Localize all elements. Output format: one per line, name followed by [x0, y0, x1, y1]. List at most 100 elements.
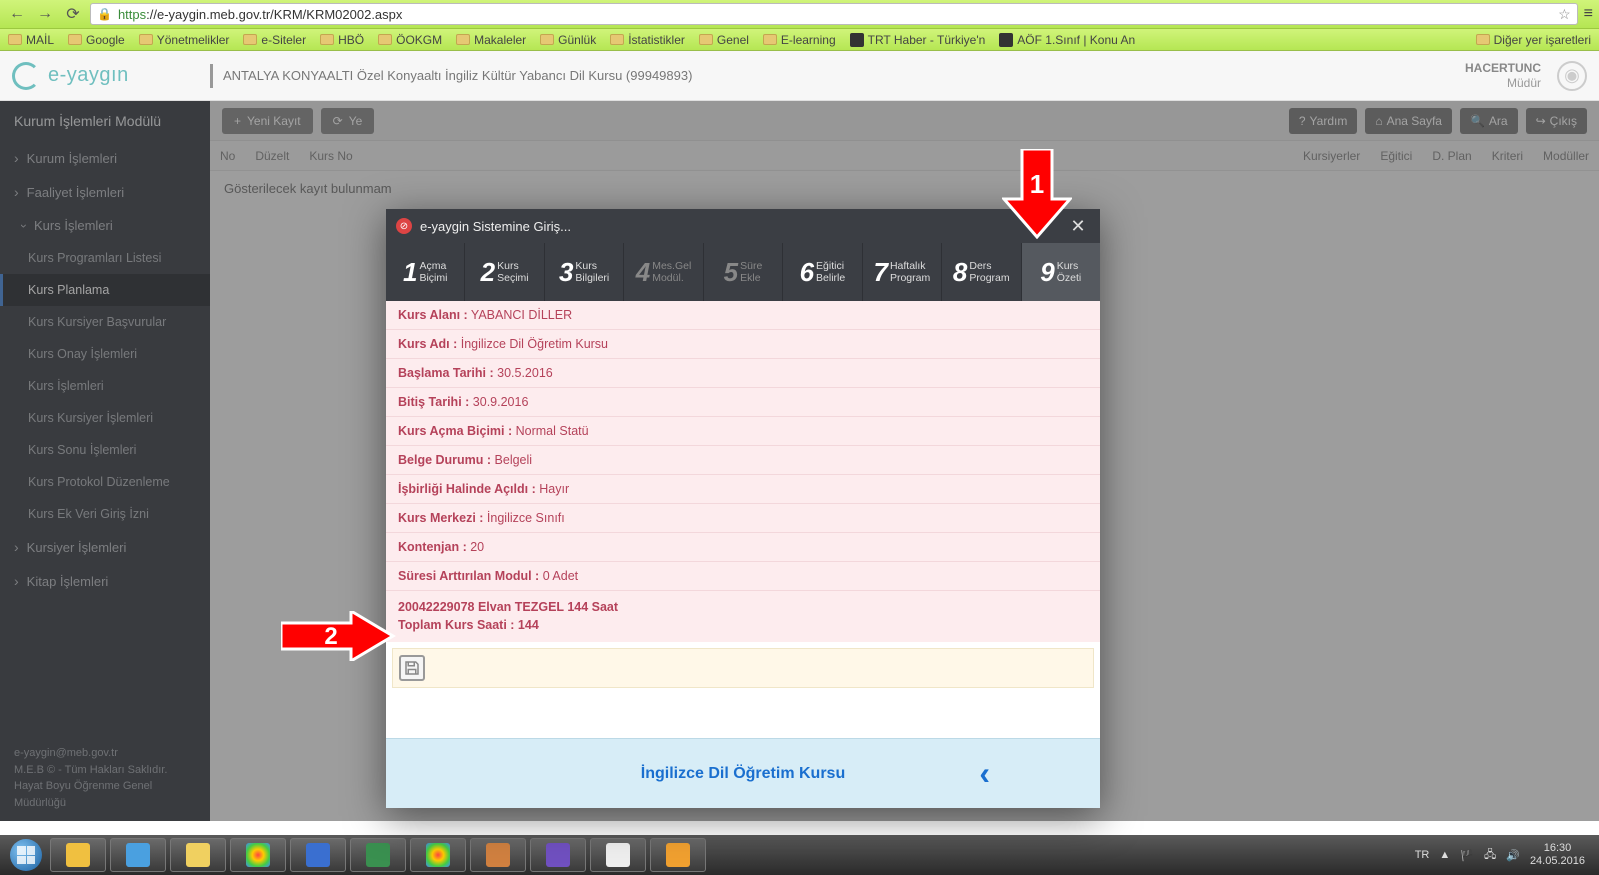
bookmark-item[interactable]: TRT Haber - Türkiye'n	[850, 33, 986, 47]
wizard-step[interactable]: 6EğiticiBelirle	[783, 243, 862, 301]
folder-icon	[699, 34, 713, 45]
user-name: HACERTUNC	[1465, 61, 1541, 75]
taskbar-item[interactable]	[110, 838, 166, 872]
wizard-step[interactable]: 5SüreEkle	[704, 243, 783, 301]
summary-row: Kontenjan : 20	[386, 533, 1100, 562]
save-area	[392, 648, 1094, 688]
modal-header-icon: ⊘	[396, 218, 412, 234]
footer-course-name: İngilizce Dil Öğretim Kursu	[641, 765, 845, 783]
taskbar-item[interactable]	[470, 838, 526, 872]
taskbar-item[interactable]	[350, 838, 406, 872]
tray-network-icon[interactable]: 🖧	[1484, 846, 1496, 865]
app-header: e-yaygın ANTALYA KONYAALTI Özel Konyaalt…	[0, 51, 1599, 101]
summary-row: İşbirliği Halinde Açıldı : Hayır	[386, 475, 1100, 504]
user-info: HACERTUNC Müdür	[1449, 61, 1557, 90]
wizard-step[interactable]: 4Mes.GelModül.	[624, 243, 703, 301]
user-role: Müdür	[1465, 76, 1541, 90]
main-area: Kurum İşlemleri Modülü Kurum İşlemleriFa…	[0, 101, 1599, 821]
modal-footer: İngilizce Dil Öğretim Kursu ‹	[386, 738, 1100, 808]
summary-row: Bitiş Tarihi : 30.9.2016	[386, 388, 1100, 417]
windows-logo-icon	[10, 839, 42, 871]
wizard-step[interactable]: 3KursBilgileri	[545, 243, 624, 301]
bookmark-item[interactable]: MAİL	[8, 33, 54, 47]
bookmark-item[interactable]: İstatistikler	[610, 33, 685, 47]
modal-title: e-yaygin Sistemine Giriş...	[420, 219, 571, 234]
summary-bottom: 20042229078 Elvan TEZGEL 144 Saat Toplam…	[386, 590, 1100, 642]
taskbar-item[interactable]	[230, 838, 286, 872]
bookmark-item[interactable]: HBÖ	[320, 33, 364, 47]
logo-icon	[12, 62, 40, 90]
bookmark-item[interactable]: Günlük	[540, 33, 596, 47]
bookmarks-overflow[interactable]: Diğer yer işaretleri	[1476, 33, 1591, 47]
bookmark-item[interactable]: E-learning	[763, 33, 836, 47]
folder-icon	[610, 34, 624, 45]
bookmark-item[interactable]: ÖOKGM	[378, 33, 442, 47]
back-button[interactable]: ←	[6, 3, 28, 25]
prev-chevron-icon[interactable]: ‹	[979, 755, 990, 792]
tray-clock[interactable]: 16:30 24.05.2016	[1530, 842, 1585, 868]
folder-icon	[243, 34, 257, 45]
bookmarks-bar: MAİL Google Yönetmelikler e-Siteler HBÖ ÖOKGM…	[0, 29, 1599, 51]
taskbar-item[interactable]	[530, 838, 586, 872]
url-scheme: https	[118, 7, 146, 22]
tray-volume-icon[interactable]: 🔊	[1506, 849, 1520, 862]
instructor-line: 20042229078 Elvan TEZGEL 144 Saat	[398, 599, 1088, 617]
url-bar[interactable]: 🔒 https://e-yaygin.meb.gov.tr/KRM/KRM020…	[90, 3, 1578, 25]
annotation-arrow-2: 2	[281, 611, 396, 661]
bookmark-item[interactable]: AÖF 1.Sınıf | Konu An	[999, 33, 1135, 47]
logo-area: e-yaygın	[0, 62, 210, 90]
bookmark-item[interactable]: Google	[68, 33, 125, 47]
bookmark-item[interactable]: Makaleler	[456, 33, 526, 47]
tray-up-icon[interactable]: ▲	[1439, 849, 1450, 861]
summary-row: Kurs Alanı : YABANCI DİLLER	[386, 301, 1100, 330]
forward-button[interactable]: →	[34, 3, 56, 25]
header-divider	[210, 64, 213, 88]
wizard-step[interactable]: 7HaftalıkProgram	[863, 243, 942, 301]
folder-icon	[68, 34, 82, 45]
bookmark-star-icon[interactable]: ☆	[1558, 6, 1571, 23]
browser-menu-button[interactable]: ≡	[1584, 5, 1593, 23]
wizard-step[interactable]: 1AçmaBiçimi	[386, 243, 465, 301]
browser-nav-bar: ← → ⟳ 🔒 https://e-yaygin.meb.gov.tr/KRM/…	[0, 0, 1599, 29]
taskbar-item[interactable]	[590, 838, 646, 872]
bookmark-item[interactable]: e-Siteler	[243, 33, 306, 47]
modal-header: ⊘ e-yaygin Sistemine Giriş... ✕	[386, 209, 1100, 243]
windows-taskbar: TR ▲ 🏴 🖧 🔊 16:30 24.05.2016	[0, 835, 1599, 875]
start-button[interactable]	[6, 837, 46, 873]
wizard-step[interactable]: 8DersProgram	[942, 243, 1021, 301]
summary-row: Kurs Adı : İngilizce Dil Öğretim Kursu	[386, 330, 1100, 359]
folder-icon	[139, 34, 153, 45]
tray-flag-icon[interactable]: 🏴	[1460, 849, 1474, 862]
logo-text: e-yaygın	[48, 64, 129, 87]
folder-icon	[1476, 34, 1490, 45]
bookmark-item[interactable]: Yönetmelikler	[139, 33, 230, 47]
reload-button[interactable]: ⟳	[62, 3, 84, 25]
summary-row: Başlama Tarihi : 30.5.2016	[386, 359, 1100, 388]
wizard-step[interactable]: 9KursÖzeti	[1022, 243, 1100, 301]
summary-row: Süresi Arttırılan Modul : 0 Adet	[386, 562, 1100, 590]
folder-icon	[540, 34, 554, 45]
annotation-arrow-1: 1	[1002, 149, 1072, 239]
wizard-step[interactable]: 2KursSeçimi	[465, 243, 544, 301]
tray-lang[interactable]: TR	[1415, 849, 1430, 861]
svg-text:2: 2	[324, 623, 337, 650]
summary-row: Belge Durumu : Belgeli	[386, 446, 1100, 475]
wizard-modal: ⊘ e-yaygin Sistemine Giriş... ✕ 1AçmaBiç…	[386, 209, 1100, 808]
floppy-disk-icon	[403, 659, 421, 677]
save-button[interactable]	[399, 655, 425, 681]
total-hours-line: Toplam Kurs Saati : 144	[398, 617, 1088, 635]
url-path: ://e-yaygin.meb.gov.tr/KRM/KRM02002.aspx	[146, 7, 402, 22]
system-tray: TR ▲ 🏴 🖧 🔊 16:30 24.05.2016	[1415, 842, 1593, 868]
favicon-icon	[850, 33, 864, 47]
taskbar-item[interactable]	[650, 838, 706, 872]
svg-text:1: 1	[1030, 169, 1044, 199]
folder-icon	[8, 34, 22, 45]
taskbar-item[interactable]	[290, 838, 346, 872]
taskbar-item[interactable]	[410, 838, 466, 872]
wizard-steps: 1AçmaBiçimi2KursSeçimi3KursBilgileri4Mes…	[386, 243, 1100, 301]
taskbar-item[interactable]	[170, 838, 226, 872]
favicon-icon	[999, 33, 1013, 47]
taskbar-item[interactable]	[50, 838, 106, 872]
avatar[interactable]: ◉	[1557, 61, 1587, 91]
bookmark-item[interactable]: Genel	[699, 33, 749, 47]
